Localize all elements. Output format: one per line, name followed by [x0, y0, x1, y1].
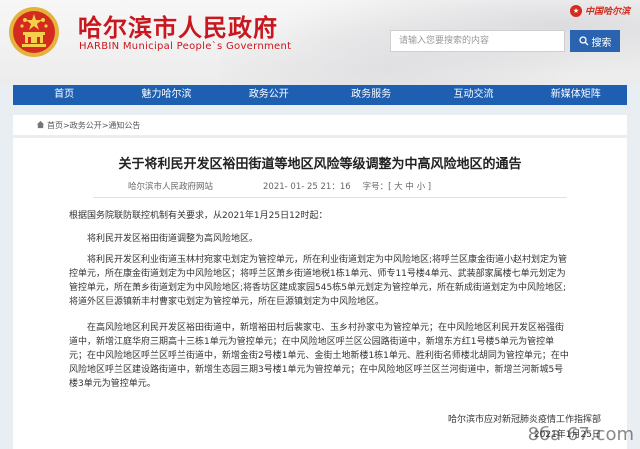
breadcrumb-separator: >	[101, 120, 109, 130]
main-nav: 首页 魅力哈尔滨 政务公开 政务服务 互动交流 新媒体矩阵	[13, 85, 627, 105]
search-bar: 搜索	[390, 30, 632, 52]
article-paragraph: 将利民开发区裕田街道调整为高风险地区。	[87, 234, 259, 244]
search-icon	[578, 36, 588, 46]
article-date: 2021- 01- 25 21：16	[263, 182, 351, 192]
china-harbin-logo[interactable]: ★ 中国哈尔滨	[569, 4, 630, 17]
search-button[interactable]: 搜索	[570, 30, 620, 52]
national-emblem-icon	[9, 7, 59, 57]
article-paragraph: 根据国务院联防联控机制有关要求，从2021年1月25日12时起：	[69, 211, 328, 221]
title-divider	[93, 197, 567, 198]
article-paragraph: 在高风险地区利民开发区裕田街道中，新增裕田村后裴家屯、玉乡村孙家屯为管控单元；在…	[69, 323, 569, 389]
article-meta: 哈尔滨市人民政府网站 2021- 01- 25 21：16 字号：[ 大 中 小…	[128, 180, 431, 192]
home-icon	[36, 120, 45, 129]
article-paragraph: 将利民开发区利业街道玉林村宛家屯划定为管控单元，所在利业街道划定为中风险地区;将…	[69, 255, 568, 307]
site-subtitle: HARBIN Municipal People`s Government	[79, 41, 292, 52]
search-button-label: 搜索	[591, 37, 612, 49]
breadcrumb: 首页 > 政务公开 > 通知公告	[13, 115, 627, 135]
nav-item-new-media[interactable]: 新媒体矩阵	[525, 85, 627, 105]
nav-item-charm-harbin[interactable]: 魅力哈尔滨	[115, 85, 217, 105]
nav-item-gov-service[interactable]: 政务服务	[320, 85, 422, 105]
breadcrumb-gov-open[interactable]: 政务公开	[70, 120, 102, 131]
nav-item-home[interactable]: 首页	[13, 85, 115, 105]
site-title: 哈尔滨市人民政府	[78, 13, 278, 42]
top-logo-text: 中国哈尔滨	[584, 7, 630, 17]
search-input[interactable]	[390, 30, 565, 52]
article-title: 关于将利民开发区裕田街道等地区风险等级调整为中高风险地区的通告	[118, 157, 522, 172]
article-source: 哈尔滨市人民政府网站	[128, 182, 214, 192]
watermark-text: 8ба 67.com	[527, 424, 634, 445]
breadcrumb-separator: >	[63, 120, 70, 130]
breadcrumb-home[interactable]: 首页	[47, 120, 63, 131]
article-panel: 关于将利民开发区裕田街道等地区风险等级调整为中高风险地区的通告 哈尔滨市人民政府…	[13, 138, 627, 449]
nav-item-gov-open[interactable]: 政务公开	[218, 85, 320, 105]
font-size-control[interactable]: 字号：[ 大 中 小 ]	[363, 180, 431, 192]
breadcrumb-notices[interactable]: 通知公告	[108, 120, 140, 131]
nav-item-interaction[interactable]: 互动交流	[422, 85, 524, 105]
harbin-logo-icon: ★	[569, 4, 582, 17]
site-header: 哈尔滨市人民政府 HARBIN Municipal People`s Gover…	[0, 0, 640, 85]
